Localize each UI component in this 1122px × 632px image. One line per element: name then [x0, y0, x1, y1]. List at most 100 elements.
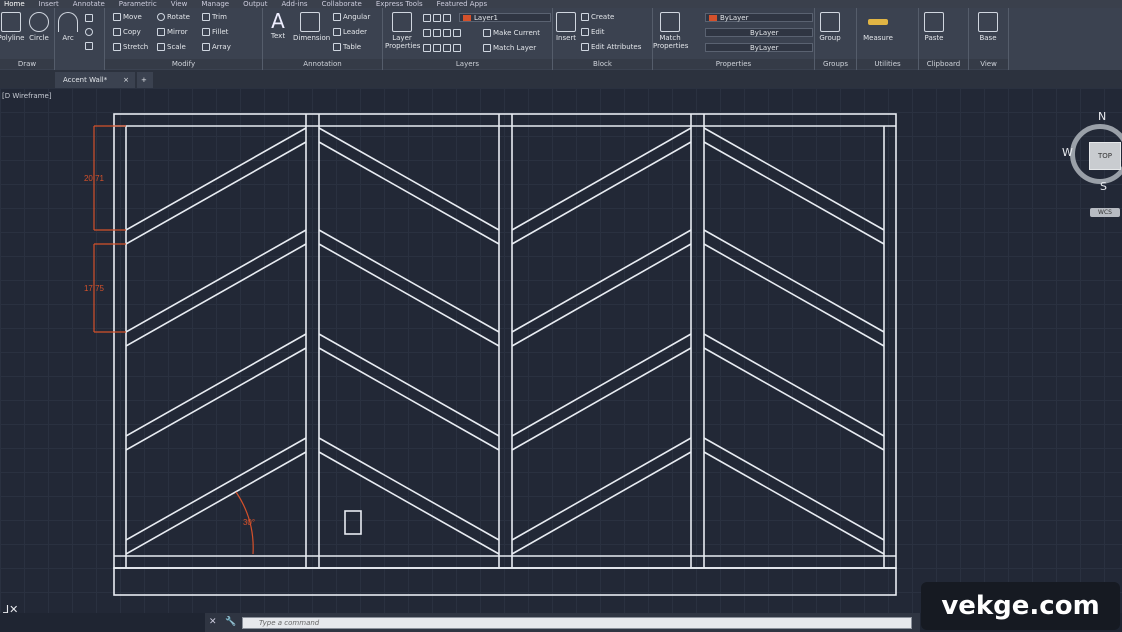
lineweight-dropdown[interactable]: ByLayer: [705, 43, 813, 52]
dim-angle[interactable]: 30°: [243, 518, 255, 527]
stretch-icon: [113, 43, 121, 51]
group-button[interactable]: Group: [813, 12, 847, 42]
layer-properties-button[interactable]: Layer Properties: [385, 12, 420, 50]
viewcube[interactable]: TOP N S W: [1062, 110, 1122, 196]
scale-button[interactable]: Scale: [157, 43, 186, 51]
menu-manage[interactable]: Manage: [201, 0, 229, 8]
panel-title-layers[interactable]: Layers: [383, 59, 552, 69]
panel-title-groups[interactable]: Groups: [815, 59, 856, 69]
ellipse-button[interactable]: [85, 28, 95, 36]
layer-dropdown[interactable]: Layer1: [459, 13, 551, 22]
compass-north[interactable]: N: [1098, 110, 1106, 123]
stretch-button[interactable]: Stretch: [113, 43, 148, 51]
angular-button[interactable]: Angular: [333, 13, 370, 21]
edit-block-button[interactable]: Edit: [581, 28, 605, 36]
new-tab-button[interactable]: +: [137, 72, 153, 88]
leader-button[interactable]: Leader: [333, 28, 367, 36]
dimension-button[interactable]: Dimension: [293, 12, 331, 42]
dimension-label: Dimension: [293, 34, 331, 42]
menu-output[interactable]: Output: [243, 0, 267, 8]
linetype-dropdown[interactable]: ByLayer: [705, 28, 813, 37]
close-icon[interactable]: ×: [123, 72, 129, 88]
measure-button[interactable]: Measure: [861, 12, 895, 42]
menu-annotate[interactable]: Annotate: [73, 0, 105, 8]
ribbon: Polyline Circle Draw Arc Move Rotate Tri…: [0, 8, 1122, 71]
base-button[interactable]: Base: [971, 12, 1005, 42]
match-properties-button[interactable]: Match Properties: [653, 12, 688, 50]
panel-title-draw[interactable]: Draw: [0, 59, 54, 69]
layer-isolate-icon: [433, 29, 441, 37]
menu-bar: Home Insert Annotate Parametric View Manage Ou…: [0, 0, 1122, 8]
layer-tools-row2[interactable]: [423, 44, 463, 52]
wrench-icon[interactable]: 🔧: [225, 617, 236, 627]
layer-freeze-icon: [443, 29, 451, 37]
layer-state-icons[interactable]: [423, 14, 453, 22]
menu-collaborate[interactable]: Collaborate: [322, 0, 362, 8]
layer-on-icon: [423, 44, 431, 52]
insert-icon: [556, 12, 576, 32]
panel-annotation: A Text Dimension Angular Leader Table Ann…: [263, 8, 383, 70]
copy-button[interactable]: Copy: [113, 28, 141, 36]
create-block-button[interactable]: Create: [581, 13, 614, 21]
command-input[interactable]: Type a command: [242, 617, 912, 629]
dim-upper[interactable]: 20.71: [84, 174, 105, 183]
table-button[interactable]: Table: [333, 43, 361, 51]
arc-button[interactable]: Arc: [51, 12, 85, 42]
panel-4-slats: [703, 127, 885, 555]
insert-button[interactable]: Insert: [549, 12, 583, 42]
menu-express-tools[interactable]: Express Tools: [376, 0, 423, 8]
match-layer-button[interactable]: Match Layer: [483, 44, 536, 52]
layer-thaw-icon: [443, 44, 451, 52]
polyline-label: Polyline: [0, 34, 25, 42]
layer-tools-row1[interactable]: [423, 29, 463, 37]
array-button[interactable]: Array: [202, 43, 231, 51]
paste-label: Paste: [924, 34, 944, 42]
menu-view[interactable]: View: [171, 0, 188, 8]
panel-title-properties[interactable]: Properties: [653, 59, 814, 69]
edit-block-icon: [581, 28, 589, 36]
rotate-button[interactable]: Rotate: [157, 13, 190, 21]
drawing-canvas[interactable]: 20.71 17.75 30°: [0, 88, 1122, 613]
color-dropdown[interactable]: ByLayer: [705, 13, 813, 22]
compass-south[interactable]: S: [1100, 180, 1107, 193]
group-label: Group: [819, 34, 841, 42]
menu-featured-apps[interactable]: Featured Apps: [437, 0, 487, 8]
mirror-button[interactable]: Mirror: [157, 28, 188, 36]
menu-insert[interactable]: Insert: [39, 0, 59, 8]
linetype-dropdown-value: ByLayer: [750, 29, 779, 37]
watermark: vekge.com: [921, 582, 1120, 630]
wcs-menu[interactable]: WCS: [1090, 208, 1120, 217]
stretch-label: Stretch: [123, 43, 149, 51]
drawing-viewport[interactable]: [D Wireframe] 20.71 17.75 30° TOP N S W …: [0, 88, 1122, 613]
menu-parametric[interactable]: Parametric: [119, 0, 157, 8]
hatch-button[interactable]: [85, 42, 95, 50]
panel-title-utilities[interactable]: Utilities: [857, 59, 918, 69]
fillet-button[interactable]: Fillet: [202, 28, 228, 36]
tab-accent-wall[interactable]: Accent Wall* ×: [55, 72, 135, 88]
menu-home[interactable]: Home: [4, 0, 25, 8]
text-label: Text: [270, 32, 286, 40]
compass-west[interactable]: W: [1062, 146, 1073, 159]
panel-title-annotation[interactable]: Annotation: [263, 59, 382, 69]
scale-label: Scale: [167, 43, 186, 51]
rectangle-button[interactable]: [85, 14, 95, 22]
edit-attributes-button[interactable]: Edit Attributes: [581, 43, 641, 51]
close-icon[interactable]: ✕: [209, 617, 217, 627]
paste-button[interactable]: Paste: [917, 12, 951, 42]
panel-title-view[interactable]: View: [969, 59, 1008, 69]
make-current-button[interactable]: Make Current: [483, 29, 540, 37]
panel-title-clipboard[interactable]: Clipboard: [919, 59, 968, 69]
panel-title-block[interactable]: Block: [553, 59, 652, 69]
array-icon: [202, 43, 210, 51]
table-icon: [333, 43, 341, 51]
viewcube-top-face[interactable]: TOP: [1089, 142, 1121, 170]
dim-lower[interactable]: 17.75: [84, 284, 105, 293]
move-button[interactable]: Move: [113, 13, 142, 21]
panel-title-modify[interactable]: Modify: [105, 59, 262, 69]
leader-icon: [333, 28, 341, 36]
base-label: Base: [979, 34, 997, 42]
text-button[interactable]: A Text: [261, 10, 295, 40]
trim-button[interactable]: Trim: [202, 13, 227, 21]
polyline-icon: [1, 12, 21, 32]
menu-add-ins[interactable]: Add-ins: [281, 0, 307, 8]
